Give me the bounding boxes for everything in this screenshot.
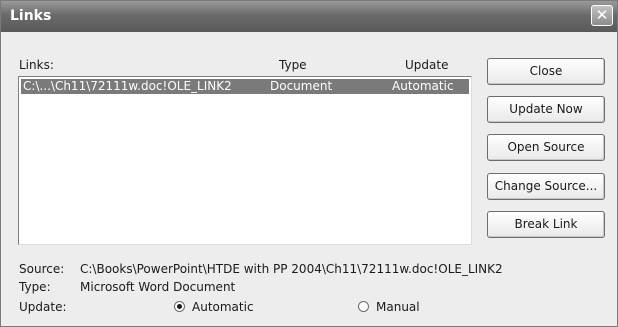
type-label: Type: [19,280,51,294]
type-column-header: Type [279,58,307,72]
link-update-cell: Automatic [392,79,454,93]
title-bar[interactable]: Links ✕ [1,1,617,32]
source-path: C:\Books\PowerPoint\HTDE with PP 2004\Ch… [80,262,503,276]
manual-radio[interactable] [358,301,369,312]
source-label: Source: [19,262,65,276]
automatic-radio[interactable] [174,301,185,312]
close-button[interactable]: Close [487,58,605,85]
update-label: Update: [19,300,67,314]
open-source-button[interactable]: Open Source [487,134,605,161]
links-dialog: Links ✕ Links: Type Update C:\...\Ch11\7… [0,0,618,327]
link-type-cell: Document [270,79,333,93]
update-column-header: Update [405,58,449,72]
change-source-button[interactable]: Change Source... [487,173,605,200]
radio-selected-dot [177,304,182,309]
break-link-button[interactable]: Break Link [487,211,605,238]
link-path-cell: C:\...\Ch11\72111w.doc!OLE_LINK2 [23,79,232,93]
manual-radio-label[interactable]: Manual [376,300,420,314]
update-now-button[interactable]: Update Now [487,96,605,123]
links-column-header: Links: [19,58,54,72]
type-value: Microsoft Word Document [80,280,236,294]
automatic-radio-label[interactable]: Automatic [192,300,254,314]
dialog-title: Links [10,8,52,24]
links-listbox[interactable]: C:\...\Ch11\72111w.doc!OLE_LINK2 Documen… [18,76,472,245]
list-item[interactable]: C:\...\Ch11\72111w.doc!OLE_LINK2 Documen… [21,79,469,94]
close-window-icon[interactable]: ✕ [591,5,613,26]
